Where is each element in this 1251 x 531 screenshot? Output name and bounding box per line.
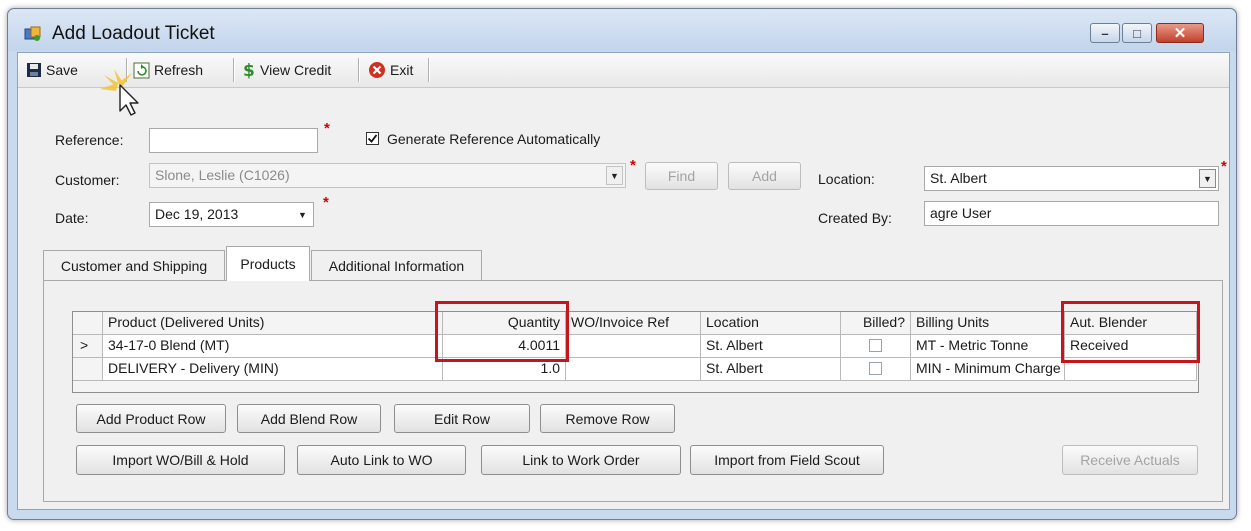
products-grid: Product (Delivered Units) Quantity WO/In… — [72, 311, 1199, 393]
red-x-icon — [369, 62, 385, 78]
customer-label: Customer: — [55, 172, 120, 188]
column-header-wo-invoice-ref[interactable]: WO/Invoice Ref — [566, 312, 701, 335]
app-icon — [24, 26, 41, 41]
add-blend-row-button[interactable]: Add Blend Row — [237, 404, 381, 433]
client-area: Save Refresh $ View Credit Exit Referenc… — [17, 52, 1230, 510]
cell-billed[interactable] — [841, 335, 911, 358]
maximize-button[interactable]: □ — [1122, 23, 1152, 43]
cell-product[interactable]: 34-17-0 Blend (MT) — [103, 335, 443, 358]
required-marker: * — [1221, 158, 1227, 175]
chevron-down-icon: ▼ — [298, 209, 307, 220]
cell-billing-units[interactable]: MIN - Minimum Charge — [911, 358, 1065, 381]
location-label: Location: — [818, 171, 875, 187]
customer-value: Slone, Leslie (C1026) — [155, 167, 290, 183]
column-header-billing-units[interactable]: Billing Units — [911, 312, 1065, 335]
chevron-down-icon: ▼ — [1199, 169, 1216, 188]
application-window: Add Loadout Ticket – □ ✕ Save Refresh $ … — [7, 8, 1237, 520]
exit-button[interactable]: Exit — [368, 57, 413, 83]
window-title: Add Loadout Ticket — [52, 23, 215, 44]
tab-additional-information[interactable]: Additional Information — [311, 250, 482, 280]
billed-checkbox[interactable] — [869, 362, 882, 375]
generate-reference-checkbox[interactable] — [366, 132, 379, 145]
cell-wo-invoice-ref[interactable] — [566, 335, 701, 358]
required-marker: * — [324, 120, 330, 137]
products-tab-panel: Product (Delivered Units) Quantity WO/In… — [43, 280, 1223, 502]
column-header-billed[interactable]: Billed? — [841, 312, 911, 335]
tab-customer-and-shipping[interactable]: Customer and Shipping — [43, 250, 225, 280]
receive-actuals-button[interactable]: Receive Actuals — [1062, 445, 1198, 475]
dollar-icon: $ — [243, 61, 255, 79]
required-marker: * — [630, 157, 636, 174]
close-button[interactable]: ✕ — [1156, 23, 1204, 43]
created-by-label: Created By: — [818, 210, 892, 226]
date-label: Date: — [55, 210, 89, 226]
add-customer-button[interactable]: Add — [728, 162, 801, 190]
chevron-down-icon: ▼ — [606, 166, 623, 185]
date-value: Dec 19, 2013 — [155, 206, 239, 222]
auto-link-to-wo-button[interactable]: Auto Link to WO — [297, 445, 466, 475]
quantity-highlight-box — [435, 301, 569, 362]
aut-blender-highlight-box — [1061, 301, 1200, 363]
svg-text:$: $ — [243, 61, 255, 79]
mouse-pointer-icon — [100, 69, 139, 116]
date-picker[interactable]: Dec 19, 2013 ▼ — [149, 202, 314, 227]
location-value: St. Albert — [930, 170, 987, 186]
cell-location[interactable]: St. Albert — [701, 358, 841, 381]
cell-billed[interactable] — [841, 358, 911, 381]
maximize-icon: □ — [1133, 25, 1141, 41]
column-header-location[interactable]: Location — [701, 312, 841, 335]
link-to-work-order-button[interactable]: Link to Work Order — [481, 445, 681, 475]
required-marker: * — [323, 194, 329, 211]
add-product-row-button[interactable]: Add Product Row — [76, 404, 226, 433]
row-indicator[interactable]: > — [73, 335, 103, 358]
cell-billing-units[interactable]: MT - Metric Tonne — [911, 335, 1065, 358]
tab-products[interactable]: Products — [226, 246, 310, 281]
save-label: Save — [46, 62, 78, 78]
save-button[interactable]: Save — [26, 57, 78, 83]
toolbar-separator — [358, 58, 359, 82]
minimize-icon: – — [1101, 25, 1109, 41]
checkmark-icon — [367, 134, 378, 143]
floppy-disk-icon — [27, 63, 41, 77]
view-credit-button[interactable]: $ View Credit — [242, 57, 331, 83]
created-by-field[interactable]: agre User — [924, 201, 1219, 226]
edit-row-button[interactable]: Edit Row — [394, 404, 530, 433]
row-indicator[interactable] — [73, 358, 103, 381]
import-wo-bill-hold-button[interactable]: Import WO/Bill & Hold — [76, 445, 285, 475]
billed-checkbox[interactable] — [869, 339, 882, 352]
import-from-field-scout-button[interactable]: Import from Field Scout — [690, 445, 884, 475]
customer-dropdown[interactable]: Slone, Leslie (C1026) ▼ — [149, 163, 626, 188]
toolbar-separator — [233, 58, 234, 82]
cell-wo-invoice-ref[interactable] — [566, 358, 701, 381]
reference-label: Reference: — [55, 132, 124, 148]
row-header-corner — [73, 312, 103, 335]
location-dropdown[interactable]: St. Albert ▼ — [924, 166, 1219, 191]
find-button[interactable]: Find — [645, 162, 718, 190]
cell-location[interactable]: St. Albert — [701, 335, 841, 358]
remove-row-button[interactable]: Remove Row — [540, 404, 675, 433]
column-header-product[interactable]: Product (Delivered Units) — [103, 312, 443, 335]
close-icon: ✕ — [1173, 25, 1187, 42]
title-bar[interactable]: Add Loadout Ticket – □ ✕ — [8, 9, 1236, 51]
exit-label: Exit — [390, 62, 414, 78]
view-credit-label: View Credit — [260, 62, 332, 78]
minimize-button[interactable]: – — [1090, 23, 1120, 43]
reference-input[interactable] — [149, 128, 318, 153]
generate-reference-label: Generate Reference Automatically — [387, 131, 601, 147]
refresh-label: Refresh — [154, 62, 204, 78]
toolbar: Save Refresh $ View Credit Exit — [18, 53, 1229, 88]
cell-product[interactable]: DELIVERY - Delivery (MIN) — [103, 358, 443, 381]
toolbar-separator — [428, 58, 429, 82]
